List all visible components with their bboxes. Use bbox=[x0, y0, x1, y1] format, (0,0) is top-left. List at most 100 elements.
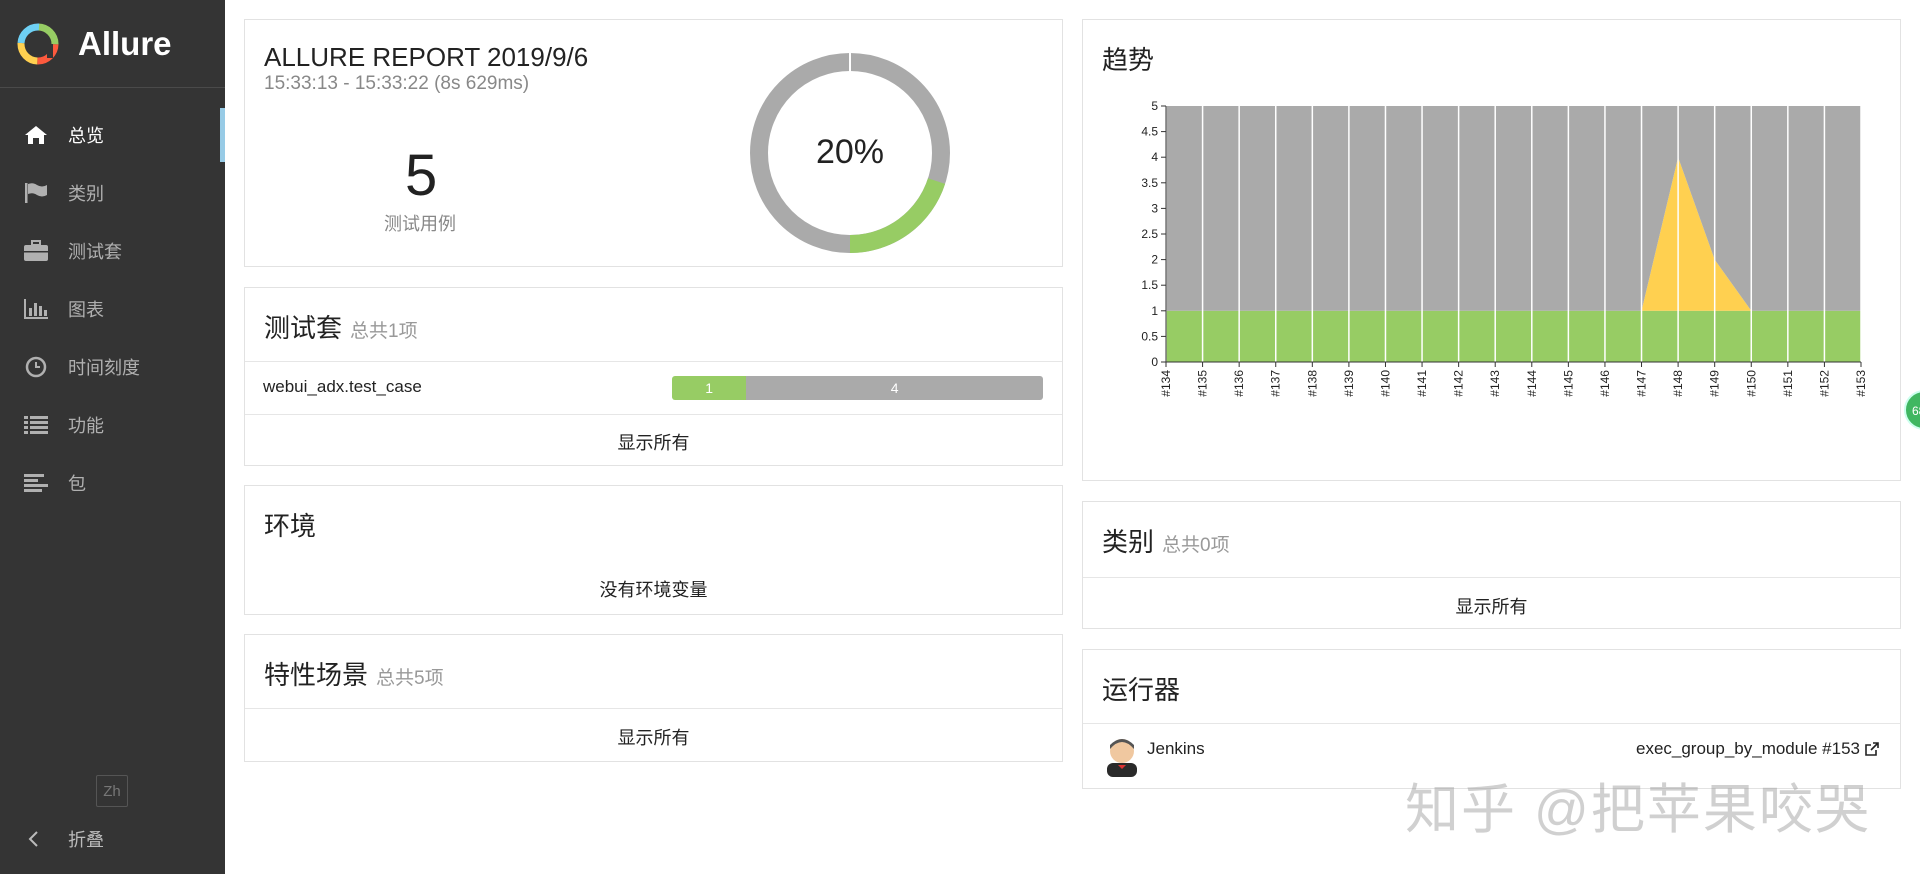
executors-title: 运行器 bbox=[1102, 675, 1181, 705]
trend-x-tick-label: #136 bbox=[1232, 370, 1246, 397]
suite-status-bar[interactable]: 1 4 bbox=[672, 376, 1043, 400]
sidebar: Allure 总览 类别 测试套 图表 时间刻度 功能 包 Zh 折叠 bbox=[0, 0, 225, 874]
features-title: 特性场景 bbox=[264, 660, 369, 690]
environment-title: 环境 bbox=[264, 511, 317, 541]
executor-build-label: exec_group_by_module #153 bbox=[1635, 739, 1860, 758]
divider bbox=[1083, 723, 1900, 724]
trend-y-tick-label: 2.5 bbox=[1141, 227, 1158, 241]
trend-x-tick-label: #135 bbox=[1196, 370, 1210, 397]
briefcase-icon bbox=[22, 239, 50, 263]
divider bbox=[245, 414, 1062, 415]
language-button[interactable]: Zh bbox=[96, 775, 128, 807]
categories-show-all-link[interactable]: 显示所有 bbox=[1083, 593, 1900, 619]
features-subtitle: 总共5项 bbox=[376, 668, 444, 689]
sidebar-nav: 总览 类别 测试套 图表 时间刻度 功能 包 bbox=[0, 106, 225, 512]
flag-icon bbox=[22, 181, 50, 205]
executor-name[interactable]: Jenkins bbox=[1147, 739, 1205, 759]
trend-y-tick-label: 4 bbox=[1151, 150, 1158, 164]
sidebar-item-packages[interactable]: 包 bbox=[0, 454, 225, 512]
summary-widget: ALLURE REPORT 2019/9/6 15:33:13 - 15:33:… bbox=[244, 19, 1063, 267]
suites-header: 测试套 总共1项 bbox=[245, 288, 1062, 345]
categories-subtitle: 总共0项 bbox=[1162, 535, 1230, 556]
trend-x-tick-label: #152 bbox=[1817, 370, 1831, 397]
chevron-left-icon bbox=[28, 831, 38, 847]
sidebar-item-label: 图表 bbox=[68, 300, 104, 320]
divider bbox=[245, 361, 1062, 362]
sidebar-item-label: 功能 bbox=[68, 416, 104, 436]
external-link-icon bbox=[1865, 742, 1879, 756]
categories-header: 类别 总共0项 bbox=[1083, 502, 1900, 559]
environment-widget: 环境 没有环境变量 bbox=[244, 485, 1063, 615]
side-badge[interactable]: 68 bbox=[1904, 390, 1920, 430]
sidebar-item-graphs[interactable]: 图表 bbox=[0, 280, 225, 338]
donut-percent: 20% bbox=[816, 133, 884, 171]
sidebar-item-label: 测试套 bbox=[68, 242, 122, 262]
trend-x-tick-label: #151 bbox=[1781, 370, 1795, 397]
trend-x-tick-label: #143 bbox=[1488, 370, 1502, 397]
bar-chart-icon bbox=[22, 297, 50, 321]
trend-x-tick-label: #145 bbox=[1561, 370, 1575, 397]
brand-name: Allure bbox=[78, 24, 172, 62]
trend-widget: 趋势 0 0.5 1 1.5 2 2.5 3 3.5 4 4.5 5 #134 #135 #136 #137… bbox=[1082, 19, 1901, 481]
sidebar-item-label: 包 bbox=[68, 474, 86, 494]
list-icon bbox=[22, 413, 50, 437]
sidebar-item-label: 类别 bbox=[68, 184, 104, 204]
collapse-button[interactable]: 折叠 bbox=[26, 826, 104, 852]
divider bbox=[245, 708, 1062, 709]
sidebar-item-overview[interactable]: 总览 bbox=[0, 106, 225, 164]
align-left-icon bbox=[22, 471, 50, 495]
trend-x-tick-label: #140 bbox=[1378, 370, 1392, 397]
suites-title: 测试套 bbox=[264, 313, 343, 343]
sidebar-item-categories[interactable]: 类别 bbox=[0, 164, 225, 222]
trend-x-tick-label: #146 bbox=[1598, 370, 1612, 397]
test-case-count-label: 测试用例 bbox=[384, 214, 456, 234]
suite-name[interactable]: webui_adx.test_case bbox=[263, 377, 422, 397]
summary-donut-chart[interactable]: 20% bbox=[745, 48, 955, 258]
watermark: 知乎 @把苹果咬哭 bbox=[1405, 780, 1871, 840]
divider bbox=[1083, 577, 1900, 578]
suite-passed-segment[interactable]: 1 bbox=[672, 376, 747, 400]
trend-area-series-0[interactable] bbox=[1166, 310, 1861, 362]
sidebar-item-label: 时间刻度 bbox=[68, 358, 140, 378]
environment-header: 环境 bbox=[245, 486, 1062, 543]
trend-x-tick-label: #134 bbox=[1159, 370, 1173, 397]
trend-x-tick-label: #139 bbox=[1342, 370, 1356, 397]
trend-x-tick-label: #148 bbox=[1671, 370, 1685, 397]
features-show-all-link[interactable]: 显示所有 bbox=[245, 724, 1062, 750]
trend-x-tick-label: #141 bbox=[1415, 370, 1429, 397]
categories-widget: 类别 总共0项 显示所有 bbox=[1082, 501, 1901, 629]
trend-y-tick-label: 0 bbox=[1151, 355, 1158, 369]
report-time: 15:33:13 - 15:33:22 (8s 629ms) bbox=[264, 73, 530, 94]
trend-chart[interactable]: 0 0.5 1 1.5 2 2.5 3 3.5 4 4.5 5 #134 #135 #136 #137 #13… bbox=[1083, 20, 1902, 482]
collapse-label: 折叠 bbox=[68, 830, 104, 850]
home-icon bbox=[22, 123, 50, 147]
suites-show-all-link[interactable]: 显示所有 bbox=[245, 429, 1062, 455]
sidebar-item-behaviors[interactable]: 功能 bbox=[0, 396, 225, 454]
trend-x-tick-label: #149 bbox=[1708, 370, 1722, 397]
trend-y-tick-label: 1.5 bbox=[1141, 278, 1158, 292]
trend-x-tick-label: #147 bbox=[1635, 370, 1649, 397]
brand[interactable]: Allure bbox=[0, 0, 225, 88]
executor-build-link[interactable]: exec_group_by_module #153 bbox=[1636, 739, 1880, 759]
sidebar-item-suites[interactable]: 测试套 bbox=[0, 222, 225, 280]
features-widget: 特性场景 总共5项 显示所有 bbox=[244, 634, 1063, 762]
trend-y-tick-label: 2 bbox=[1151, 253, 1158, 267]
trend-area-series-2[interactable] bbox=[1166, 106, 1861, 311]
test-case-count: 5 bbox=[405, 143, 438, 208]
trend-y-tick-label: 0.5 bbox=[1141, 329, 1158, 343]
environment-empty-text: 没有环境变量 bbox=[599, 580, 708, 600]
executors-header: 运行器 bbox=[1083, 650, 1900, 707]
features-header: 特性场景 总共5项 bbox=[245, 635, 1062, 692]
trend-y-tick-label: 5 bbox=[1151, 99, 1158, 113]
trend-y-tick-label: 3.5 bbox=[1141, 176, 1158, 190]
trend-y-tick-label: 3 bbox=[1151, 201, 1158, 215]
sidebar-item-timeline[interactable]: 时间刻度 bbox=[0, 338, 225, 396]
suite-other-segment[interactable]: 4 bbox=[746, 376, 1043, 400]
trend-y-tick-label: 4.5 bbox=[1141, 125, 1158, 139]
trend-x-tick-label: #153 bbox=[1854, 370, 1868, 397]
trend-y-tick-label: 1 bbox=[1151, 304, 1158, 318]
allure-logo-icon bbox=[17, 23, 59, 64]
categories-title: 类别 bbox=[1102, 527, 1155, 557]
trend-x-tick-label: #142 bbox=[1452, 370, 1466, 397]
trend-x-tick-label: #144 bbox=[1525, 370, 1539, 397]
